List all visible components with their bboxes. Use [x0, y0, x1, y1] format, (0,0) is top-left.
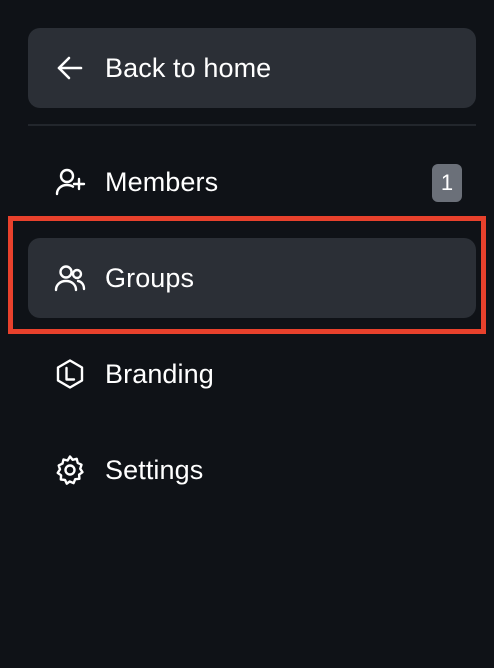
members-count-badge: 1 [432, 164, 462, 202]
sidebar-divider [28, 124, 476, 126]
user-plus-icon [54, 166, 86, 198]
sidebar: Back to home Members 1 Groups Branding S… [0, 0, 494, 668]
back-to-home-label: Back to home [105, 52, 272, 83]
sidebar-item-label: Branding [105, 358, 214, 389]
gear-icon [54, 454, 86, 486]
sidebar-item-label: Groups [105, 262, 195, 293]
sidebar-item-settings[interactable]: Settings [28, 430, 476, 510]
arrow-left-icon [54, 52, 86, 84]
sidebar-item-members[interactable]: Members 1 [28, 142, 476, 222]
sidebar-item-groups[interactable]: Groups [28, 238, 476, 318]
sidebar-item-label: Members [105, 166, 219, 197]
sidebar-item-label: Settings [105, 454, 204, 485]
sidebar-item-branding[interactable]: Branding [28, 334, 476, 414]
back-to-home-button[interactable]: Back to home [28, 28, 476, 108]
hexagon-logo-icon [54, 358, 86, 390]
users-icon [54, 262, 86, 294]
